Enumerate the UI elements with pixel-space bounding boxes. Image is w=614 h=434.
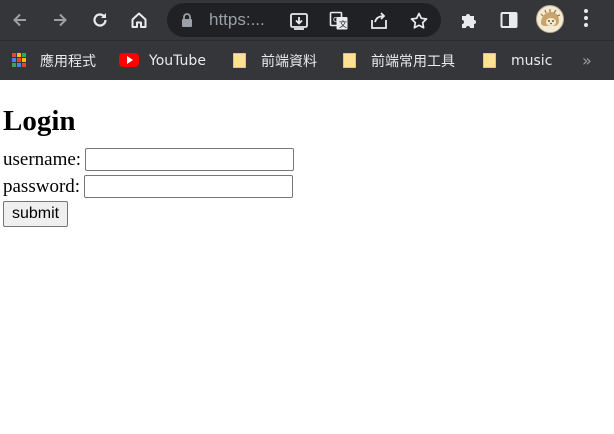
reload-icon [93, 13, 107, 27]
bookmark-folder-frontend-data[interactable]: 前端資料 [233, 41, 317, 81]
login-form: username: password: submit [3, 146, 614, 227]
forward-button[interactable] [46, 6, 74, 34]
username-row: username: [3, 146, 614, 173]
url-text: https:... [209, 10, 265, 29]
share-icon [371, 12, 387, 29]
page-content: Login username: password: submit [0, 104, 614, 227]
password-label: password: [3, 176, 81, 197]
extensions-button[interactable] [455, 6, 483, 34]
youtube-icon [119, 53, 139, 69]
install-icon [290, 13, 308, 30]
submit-button[interactable]: submit [3, 201, 69, 227]
chrome-menu-button[interactable] [583, 9, 589, 31]
folder-icon [233, 53, 249, 69]
side-panel-button[interactable] [495, 6, 523, 34]
svg-text:G: G [333, 16, 338, 24]
bookmark-folder-frontend-tools[interactable]: 前端常用工具 [343, 41, 455, 81]
translate-icon: G文 [329, 11, 348, 30]
arrow-left-icon [13, 13, 26, 27]
folder-icon [483, 53, 499, 69]
more-bookmarks-chevron-icon[interactable]: » [582, 51, 592, 70]
bookmark-label: 前端常用工具 [371, 54, 455, 70]
install-app-button[interactable] [288, 10, 310, 32]
reload-button[interactable] [86, 6, 114, 34]
bookmark-star-button[interactable] [408, 10, 430, 32]
bookmark-label: YouTube [149, 53, 206, 69]
star-icon [410, 12, 428, 29]
home-icon [131, 12, 147, 28]
arrow-right-icon [54, 13, 67, 27]
address-bar[interactable]: https:... G文 [167, 3, 441, 37]
folder-icon [343, 53, 359, 69]
back-button[interactable] [6, 6, 34, 34]
bookmark-label: 前端資料 [261, 54, 317, 70]
lock-icon [182, 13, 192, 27]
hedgehog-avatar-icon [540, 9, 561, 26]
share-button[interactable] [368, 10, 390, 32]
side-panel-icon [500, 12, 518, 28]
username-label: username: [3, 149, 82, 170]
password-input[interactable] [84, 175, 294, 198]
translate-button[interactable]: G文 [328, 10, 350, 32]
password-row: password: [3, 173, 614, 200]
bookmark-label: 應用程式 [40, 54, 96, 70]
profile-avatar[interactable] [536, 5, 564, 33]
home-button[interactable] [125, 6, 153, 34]
browser-toolbar: https:... G文 [0, 0, 614, 40]
apps-grid-icon [12, 53, 28, 69]
username-input[interactable] [85, 148, 295, 171]
page-title: Login [3, 105, 76, 137]
bookmarks-bar: 應用程式 YouTube 前端資料 前端常用工具 music » [0, 40, 614, 80]
puzzle-icon [462, 14, 476, 28]
bookmark-label: music [511, 53, 553, 69]
bookmark-folder-music[interactable]: music [483, 41, 552, 81]
bookmark-apps[interactable]: 應用程式 [12, 41, 96, 81]
svg-text:文: 文 [339, 19, 347, 29]
bookmark-youtube[interactable]: YouTube [119, 41, 206, 81]
